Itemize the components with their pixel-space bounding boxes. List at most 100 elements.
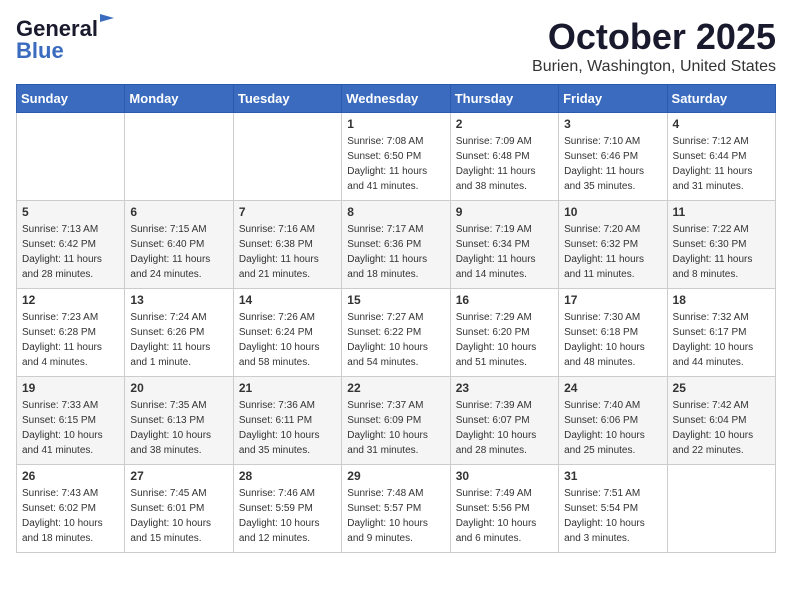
day-number: 15 bbox=[347, 293, 444, 307]
day-detail: Sunrise: 7:20 AMSunset: 6:32 PMDaylight:… bbox=[564, 222, 661, 282]
day-detail: Sunrise: 7:30 AMSunset: 6:18 PMDaylight:… bbox=[564, 310, 661, 370]
calendar-week-row: 5 Sunrise: 7:13 AMSunset: 6:42 PMDaylight… bbox=[17, 201, 776, 289]
calendar-cell: 27 Sunrise: 7:45 AMSunset: 6:01 PMDayligh… bbox=[125, 465, 233, 553]
day-detail: Sunrise: 7:46 AMSunset: 5:59 PMDaylight:… bbox=[239, 486, 336, 546]
calendar-cell: 18 Sunrise: 7:32 AMSunset: 6:17 PMDayligh… bbox=[667, 289, 775, 377]
day-number: 29 bbox=[347, 469, 444, 483]
calendar-week-row: 1Sunrise: 7:08 AMSunset: 6:50 PMDaylight… bbox=[17, 113, 776, 201]
calendar-cell: 4 Sunrise: 7:12 AMSunset: 6:44 PMDaylight… bbox=[667, 113, 775, 201]
calendar-cell: 14Sunrise: 7:26 AMSunset: 6:24 PMDayligh… bbox=[233, 289, 341, 377]
day-number: 4 bbox=[673, 117, 770, 131]
calendar-cell: 25Sunrise: 7:42 AMSunset: 6:04 PMDayligh… bbox=[667, 377, 775, 465]
day-detail: Sunrise: 7:15 AMSunset: 6:40 PMDaylight:… bbox=[130, 222, 227, 282]
day-number: 13 bbox=[130, 293, 227, 307]
day-number: 28 bbox=[239, 469, 336, 483]
day-detail: Sunrise: 7:32 AMSunset: 6:17 PMDaylight:… bbox=[673, 310, 770, 370]
day-number: 24 bbox=[564, 381, 661, 395]
day-number: 9 bbox=[456, 205, 553, 219]
day-number: 20 bbox=[130, 381, 227, 395]
weekday-header-monday: Monday bbox=[125, 85, 233, 113]
weekday-header-thursday: Thursday bbox=[450, 85, 558, 113]
calendar-cell: 16Sunrise: 7:29 AMSunset: 6:20 PMDayligh… bbox=[450, 289, 558, 377]
day-number: 7 bbox=[239, 205, 336, 219]
day-number: 25 bbox=[673, 381, 770, 395]
calendar-cell: 12 Sunrise: 7:23 AMSunset: 6:28 PMDayligh… bbox=[17, 289, 125, 377]
calendar-cell bbox=[125, 113, 233, 201]
day-detail: Sunrise: 7:23 AMSunset: 6:28 PMDaylight:… bbox=[22, 310, 119, 370]
calendar-cell: 21 Sunrise: 7:36 AMSunset: 6:11 PMDayligh… bbox=[233, 377, 341, 465]
day-detail: Sunrise: 7:10 AMSunset: 6:46 PMDaylight:… bbox=[564, 134, 661, 194]
calendar-cell: 29 Sunrise: 7:48 AMSunset: 5:57 PMDayligh… bbox=[342, 465, 450, 553]
day-detail: Sunrise: 7:09 AMSunset: 6:48 PMDaylight:… bbox=[456, 134, 553, 194]
calendar-cell bbox=[17, 113, 125, 201]
day-number: 16 bbox=[456, 293, 553, 307]
day-number: 30 bbox=[456, 469, 553, 483]
day-detail: Sunrise: 7:39 AMSunset: 6:07 PMDaylight:… bbox=[456, 398, 553, 458]
calendar-cell: 6 Sunrise: 7:15 AMSunset: 6:40 PMDaylight… bbox=[125, 201, 233, 289]
calendar-cell bbox=[667, 465, 775, 553]
day-detail: Sunrise: 7:48 AMSunset: 5:57 PMDaylight:… bbox=[347, 486, 444, 546]
calendar-cell: 26 Sunrise: 7:43 AMSunset: 6:02 PMDayligh… bbox=[17, 465, 125, 553]
day-detail: Sunrise: 7:51 AMSunset: 5:54 PMDaylight:… bbox=[564, 486, 661, 546]
calendar-week-row: 26 Sunrise: 7:43 AMSunset: 6:02 PMDayligh… bbox=[17, 465, 776, 553]
day-number: 19 bbox=[22, 381, 119, 395]
day-number: 12 bbox=[22, 293, 119, 307]
day-detail: Sunrise: 7:45 AMSunset: 6:01 PMDaylight:… bbox=[130, 486, 227, 546]
header: General Blue October 2025 Burien, Washin… bbox=[16, 16, 776, 76]
day-detail: Sunrise: 7:33 AMSunset: 6:15 PMDaylight:… bbox=[22, 398, 119, 458]
day-number: 27 bbox=[130, 469, 227, 483]
day-detail: Sunrise: 7:16 AMSunset: 6:38 PMDaylight:… bbox=[239, 222, 336, 282]
day-number: 8 bbox=[347, 205, 444, 219]
calendar-week-row: 12 Sunrise: 7:23 AMSunset: 6:28 PMDayligh… bbox=[17, 289, 776, 377]
calendar-cell: 23 Sunrise: 7:39 AMSunset: 6:07 PMDayligh… bbox=[450, 377, 558, 465]
calendar-cell: 22Sunrise: 7:37 AMSunset: 6:09 PMDayligh… bbox=[342, 377, 450, 465]
day-number: 21 bbox=[239, 381, 336, 395]
calendar-week-row: 19 Sunrise: 7:33 AMSunset: 6:15 PMDayligh… bbox=[17, 377, 776, 465]
calendar-cell: 8 Sunrise: 7:17 AMSunset: 6:36 PMDaylight… bbox=[342, 201, 450, 289]
calendar-cell: 3 Sunrise: 7:10 AMSunset: 6:46 PMDaylight… bbox=[559, 113, 667, 201]
day-detail: Sunrise: 7:17 AMSunset: 6:36 PMDaylight:… bbox=[347, 222, 444, 282]
day-number: 1 bbox=[347, 117, 444, 131]
day-number: 10 bbox=[564, 205, 661, 219]
day-detail: Sunrise: 7:12 AMSunset: 6:44 PMDaylight:… bbox=[673, 134, 770, 194]
day-detail: Sunrise: 7:37 AMSunset: 6:09 PMDaylight:… bbox=[347, 398, 444, 458]
day-number: 31 bbox=[564, 469, 661, 483]
day-detail: Sunrise: 7:35 AMSunset: 6:13 PMDaylight:… bbox=[130, 398, 227, 458]
title-area: October 2025 Burien, Washington, United … bbox=[532, 16, 776, 76]
month-title: October 2025 bbox=[532, 16, 776, 58]
day-detail: Sunrise: 7:24 AMSunset: 6:26 PMDaylight:… bbox=[130, 310, 227, 370]
calendar-table: SundayMondayTuesdayWednesdayThursdayFrid… bbox=[16, 84, 776, 553]
calendar-cell: 20 Sunrise: 7:35 AMSunset: 6:13 PMDayligh… bbox=[125, 377, 233, 465]
calendar-cell: 5 Sunrise: 7:13 AMSunset: 6:42 PMDaylight… bbox=[17, 201, 125, 289]
calendar-cell: 30 Sunrise: 7:49 AMSunset: 5:56 PMDayligh… bbox=[450, 465, 558, 553]
day-detail: Sunrise: 7:43 AMSunset: 6:02 PMDaylight:… bbox=[22, 486, 119, 546]
day-detail: Sunrise: 7:26 AMSunset: 6:24 PMDaylight:… bbox=[239, 310, 336, 370]
calendar-cell: 17Sunrise: 7:30 AMSunset: 6:18 PMDayligh… bbox=[559, 289, 667, 377]
day-number: 5 bbox=[22, 205, 119, 219]
calendar-cell: 10 Sunrise: 7:20 AMSunset: 6:32 PMDayligh… bbox=[559, 201, 667, 289]
day-number: 26 bbox=[22, 469, 119, 483]
day-detail: Sunrise: 7:22 AMSunset: 6:30 PMDaylight:… bbox=[673, 222, 770, 282]
calendar-cell: 7 Sunrise: 7:16 AMSunset: 6:38 PMDaylight… bbox=[233, 201, 341, 289]
day-detail: Sunrise: 7:40 AMSunset: 6:06 PMDaylight:… bbox=[564, 398, 661, 458]
day-detail: Sunrise: 7:27 AMSunset: 6:22 PMDaylight:… bbox=[347, 310, 444, 370]
calendar-cell: 19 Sunrise: 7:33 AMSunset: 6:15 PMDayligh… bbox=[17, 377, 125, 465]
weekday-header-row: SundayMondayTuesdayWednesdayThursdayFrid… bbox=[17, 85, 776, 113]
day-number: 6 bbox=[130, 205, 227, 219]
calendar-cell: 28 Sunrise: 7:46 AMSunset: 5:59 PMDayligh… bbox=[233, 465, 341, 553]
calendar-cell bbox=[233, 113, 341, 201]
logo: General Blue bbox=[16, 16, 98, 64]
calendar-cell: 31 Sunrise: 7:51 AMSunset: 5:54 PMDayligh… bbox=[559, 465, 667, 553]
day-number: 3 bbox=[564, 117, 661, 131]
weekday-header-saturday: Saturday bbox=[667, 85, 775, 113]
day-detail: Sunrise: 7:36 AMSunset: 6:11 PMDaylight:… bbox=[239, 398, 336, 458]
weekday-header-friday: Friday bbox=[559, 85, 667, 113]
day-detail: Sunrise: 7:13 AMSunset: 6:42 PMDaylight:… bbox=[22, 222, 119, 282]
day-number: 23 bbox=[456, 381, 553, 395]
weekday-header-sunday: Sunday bbox=[17, 85, 125, 113]
location-title: Burien, Washington, United States bbox=[532, 58, 776, 76]
weekday-header-wednesday: Wednesday bbox=[342, 85, 450, 113]
day-detail: Sunrise: 7:49 AMSunset: 5:56 PMDaylight:… bbox=[456, 486, 553, 546]
day-number: 18 bbox=[673, 293, 770, 307]
day-number: 2 bbox=[456, 117, 553, 131]
